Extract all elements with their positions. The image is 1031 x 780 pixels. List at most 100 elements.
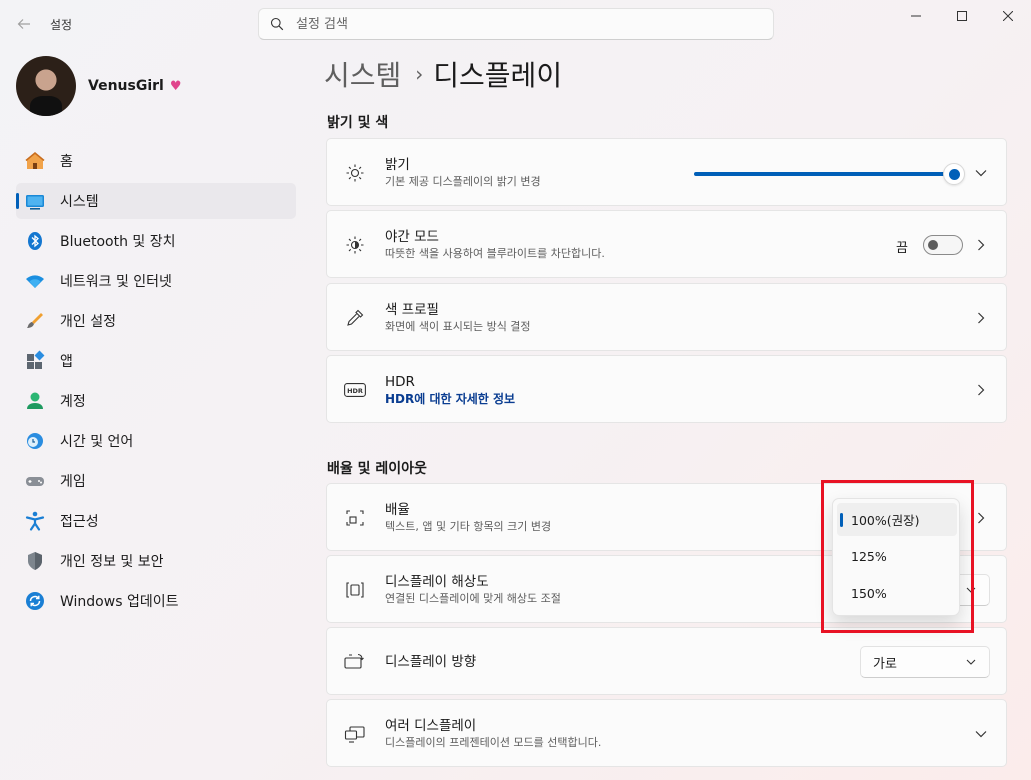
sidebar-item-personalization[interactable]: 개인 설정 <box>16 303 296 339</box>
scale-subtitle: 텍스트, 앱 및 기타 항목의 크기 변경 <box>385 520 552 533</box>
sidebar-item-accessibility[interactable]: 접근성 <box>16 503 296 539</box>
hdr-info-link[interactable]: HDR에 대한 자세한 정보 <box>385 391 515 407</box>
wifi-icon <box>24 270 46 292</box>
sidebar-item-gaming[interactable]: 게임 <box>16 463 296 499</box>
sidebar-item-accounts[interactable]: 계정 <box>16 383 296 419</box>
orientation-value: 가로 <box>873 656 897 672</box>
resolution-icon <box>344 579 366 601</box>
sidebar-item-label: 개인 정보 및 보안 <box>60 554 164 570</box>
update-icon <box>24 590 46 612</box>
night-light-subtitle: 따뜻한 색을 사용하여 블루라이트를 차단합니다. <box>385 247 605 260</box>
bluetooth-icon <box>24 230 46 252</box>
title-bar: 설정 <box>0 0 1031 48</box>
chevron-down-icon[interactable] <box>974 166 988 180</box>
sidebar-item-bluetooth[interactable]: Bluetooth 및 장치 <box>16 223 296 259</box>
shield-icon <box>24 550 46 572</box>
multiple-displays-subtitle: 디스플레이의 프레젠테이션 모드를 선택합니다. <box>385 736 602 749</box>
brush-icon <box>24 310 46 332</box>
maximize-button[interactable] <box>939 0 985 32</box>
chevron-down-icon[interactable] <box>974 727 988 741</box>
brightness-slider-track[interactable] <box>694 172 960 176</box>
close-icon <box>1003 11 1013 21</box>
sidebar-item-home[interactable]: 홈 <box>16 143 296 179</box>
night-light-toggle[interactable] <box>923 235 963 255</box>
sidebar-item-label: 앱 <box>60 354 73 370</box>
color-profile-title: 색 프로필 <box>385 302 439 318</box>
sidebar-nav: 홈 시스템 Bluetooth 및 장치 네트워크 및 인터넷 개인 설정 앱 … <box>16 143 296 623</box>
sidebar: VenusGirl ♥ 홈 시스템 Bluetooth 및 장치 네트워크 및 … <box>0 48 310 780</box>
orientation-card[interactable]: 디스플레이 방향 가로 <box>326 627 1007 695</box>
night-light-title: 야간 모드 <box>385 229 439 245</box>
brightness-title: 밝기 <box>385 157 410 173</box>
breadcrumb: 시스템 › 디스플레이 <box>324 54 562 94</box>
chevron-right-icon[interactable] <box>974 238 988 252</box>
color-profile-subtitle: 화면에 색이 표시되는 방식 결정 <box>385 320 531 333</box>
home-icon <box>24 150 46 172</box>
resolution-subtitle: 연결된 디스플레이에 맞게 해상도 조절 <box>385 592 561 605</box>
close-button[interactable] <box>985 0 1031 32</box>
night-light-icon <box>344 234 366 256</box>
sidebar-item-apps[interactable]: 앱 <box>16 343 296 379</box>
heart-icon: ♥ <box>169 78 182 94</box>
sidebar-item-label: 계정 <box>60 394 86 410</box>
breadcrumb-separator: › <box>415 62 424 86</box>
search-icon <box>270 17 284 31</box>
night-light-card[interactable]: 야간 모드 따뜻한 색을 사용하여 블루라이트를 차단합니다. 끔 <box>326 210 1007 278</box>
scale-title: 배율 <box>385 502 410 518</box>
resolution-title: 디스플레이 해상도 <box>385 574 489 590</box>
scale-icon <box>344 507 366 529</box>
hdr-title: HDR <box>385 374 415 390</box>
breadcrumb-parent[interactable]: 시스템 <box>324 54 401 94</box>
sidebar-item-label: 시간 및 언어 <box>60 434 134 450</box>
user-name: VenusGirl <box>88 78 164 94</box>
sidebar-item-network[interactable]: 네트워크 및 인터넷 <box>16 263 296 299</box>
sidebar-item-label: 네트워크 및 인터넷 <box>60 274 172 290</box>
sun-icon <box>344 162 366 184</box>
section-title-brightness-color: 밝기 및 색 <box>327 115 389 131</box>
sidebar-item-label: 홈 <box>60 154 73 170</box>
sidebar-item-label: 게임 <box>60 474 86 490</box>
minimize-icon <box>911 15 921 17</box>
chevron-right-icon[interactable] <box>974 311 988 325</box>
orientation-icon <box>344 651 366 673</box>
orientation-combobox[interactable]: 가로 <box>860 646 990 678</box>
user-profile[interactable]: VenusGirl ♥ <box>16 56 181 116</box>
multiple-displays-card[interactable]: 여러 디스플레이 디스플레이의 프레젠테이션 모드를 선택합니다. <box>326 699 1007 767</box>
sidebar-item-label: Bluetooth 및 장치 <box>60 234 176 250</box>
multiple-displays-icon <box>344 723 366 745</box>
sidebar-item-windows-update[interactable]: Windows 업데이트 <box>16 583 296 619</box>
sidebar-item-label: 접근성 <box>60 514 99 530</box>
account-icon <box>24 390 46 412</box>
gamepad-icon <box>24 470 46 492</box>
sidebar-item-label: Windows 업데이트 <box>60 594 179 610</box>
sidebar-item-privacy[interactable]: 개인 정보 및 보안 <box>16 543 296 579</box>
night-light-state: 끔 <box>896 241 908 256</box>
clock-globe-icon <box>24 430 46 452</box>
sidebar-item-label: 시스템 <box>60 194 99 210</box>
chevron-right-icon[interactable] <box>974 511 988 525</box>
back-button[interactable] <box>12 12 36 36</box>
brightness-slider-thumb[interactable] <box>943 163 965 185</box>
page-title: 디스플레이 <box>433 59 563 92</box>
brightness-card[interactable]: 밝기 기본 제공 디스플레이의 밝기 변경 <box>326 138 1007 206</box>
minimize-button[interactable] <box>893 0 939 32</box>
chevron-down-icon <box>965 656 977 672</box>
annotation-highlight-box <box>821 480 974 633</box>
eyedropper-icon <box>344 307 366 329</box>
brightness-subtitle: 기본 제공 디스플레이의 밝기 변경 <box>385 175 541 188</box>
avatar <box>16 56 76 116</box>
search-input[interactable] <box>296 16 696 32</box>
hdr-card[interactable]: HDR HDR HDR에 대한 자세한 정보 <box>326 355 1007 423</box>
chevron-right-icon[interactable] <box>974 383 988 397</box>
color-profile-card[interactable]: 색 프로필 화면에 색이 표시되는 방식 결정 <box>326 283 1007 351</box>
arrow-left-icon <box>17 19 30 29</box>
app-title: 설정 <box>50 18 73 32</box>
search-box[interactable] <box>258 8 774 40</box>
section-title-scale-layout: 배율 및 레이아웃 <box>327 461 427 477</box>
sidebar-item-label: 개인 설정 <box>60 314 116 330</box>
multiple-displays-title: 여러 디스플레이 <box>385 718 477 734</box>
sidebar-item-system[interactable]: 시스템 <box>16 183 296 219</box>
sidebar-item-time-language[interactable]: 시간 및 언어 <box>16 423 296 459</box>
apps-icon <box>24 350 46 372</box>
hdr-icon: HDR <box>344 379 366 401</box>
